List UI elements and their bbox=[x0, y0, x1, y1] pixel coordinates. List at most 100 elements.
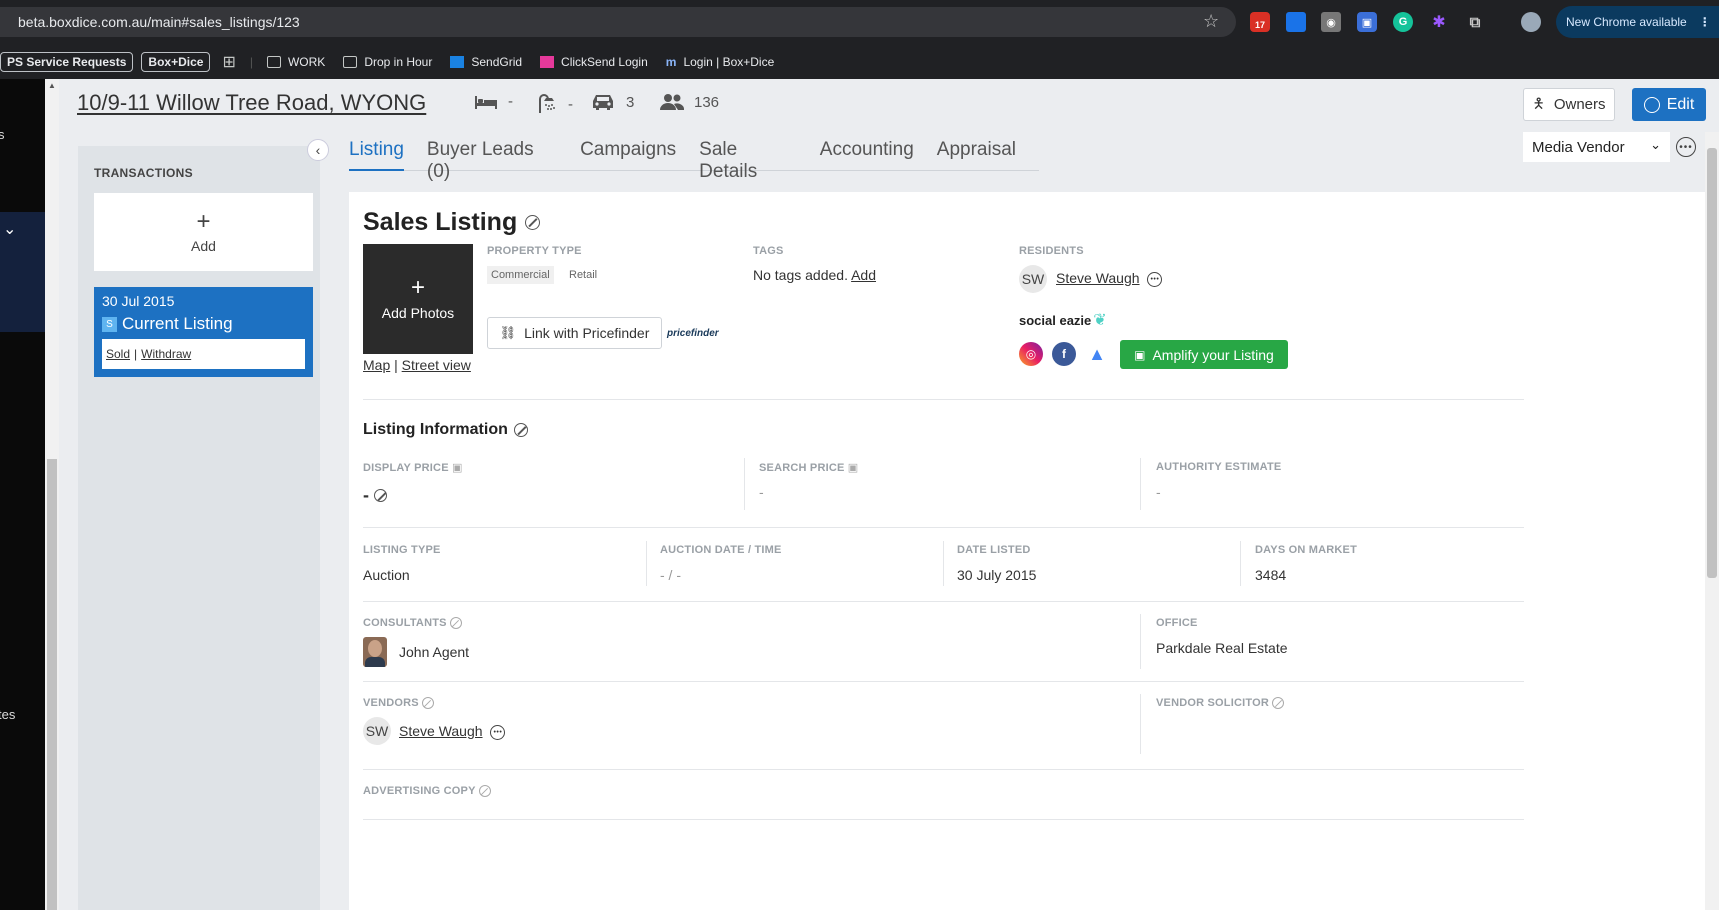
facebook-icon[interactable]: f bbox=[1052, 342, 1076, 366]
collapse-panel-button[interactable]: ‹ bbox=[307, 139, 329, 161]
screen-capture-icon[interactable]: ▣ bbox=[1357, 12, 1377, 32]
edit-button[interactable]: Edit bbox=[1632, 88, 1706, 121]
bookmark-sendgrid[interactable]: SendGrid bbox=[450, 55, 522, 69]
scroll-up-arrow-icon[interactable]: ▲ bbox=[48, 81, 56, 90]
tab-appraisal[interactable]: Appraisal bbox=[937, 139, 1016, 171]
bookmark-sendgrid-label: SendGrid bbox=[471, 54, 523, 69]
bookmark-drop-in-hour[interactable]: Drop in Hour bbox=[343, 55, 432, 69]
profile-avatar-icon[interactable] bbox=[1521, 12, 1541, 32]
listing-tabs: Listing Buyer Leads (0) Campaigns Sale D… bbox=[349, 139, 1039, 182]
property-type-retail[interactable]: Retail bbox=[565, 266, 601, 284]
resident-name-link[interactable]: Steve Waugh bbox=[1056, 270, 1140, 286]
amplify-listing-button[interactable]: ▣ Amplify your Listing bbox=[1120, 340, 1288, 369]
street-view-link[interactable]: Street view bbox=[402, 357, 471, 373]
transactions-title: TRANSACTIONS bbox=[94, 166, 193, 180]
apps-grid-icon[interactable]: ⊞ bbox=[222, 52, 235, 72]
listing-content: Sales Listing + Add Photos Map | Street … bbox=[349, 192, 1706, 910]
more-options-icon[interactable]: ••• bbox=[1676, 137, 1696, 157]
tab-sale-details[interactable]: Sale Details bbox=[699, 139, 797, 182]
bookmark-login-label: Login | Box+Dice bbox=[683, 54, 775, 69]
edit-pencil-icon[interactable] bbox=[374, 489, 387, 502]
chevron-down-icon[interactable]: ⌄ bbox=[3, 219, 16, 239]
edit-pencil-icon[interactable] bbox=[421, 697, 434, 709]
sold-link[interactable]: Sold bbox=[106, 347, 130, 361]
add-photos-button[interactable]: + Add Photos bbox=[363, 244, 473, 354]
calendar-icon[interactable]: 17 bbox=[1250, 12, 1270, 32]
instagram-icon[interactable]: ◎ bbox=[1019, 342, 1043, 366]
media-vendor-select[interactable]: Media Vendor ⌄ bbox=[1523, 132, 1670, 162]
map-separator: | bbox=[394, 357, 398, 373]
map-link[interactable]: Map bbox=[363, 357, 390, 373]
listing-header: 10/9-11 Willow Tree Road, WYONG - - 3 13… bbox=[59, 79, 1719, 132]
consultant-name[interactable]: John Agent bbox=[399, 644, 469, 660]
add-tag-link[interactable]: Add bbox=[851, 267, 876, 283]
gear-extension-icon[interactable]: ✱ bbox=[1429, 12, 1449, 32]
bookmarks-bar: PS Service Requests Box+Dice ⊞ | WORK Dr… bbox=[0, 44, 1719, 79]
edit-pencil-icon[interactable] bbox=[1272, 697, 1285, 709]
add-transaction-button[interactable]: + Add bbox=[94, 193, 313, 271]
bookmark-work[interactable]: WORK bbox=[266, 54, 326, 69]
bookmark-ps-service[interactable]: PS Service Requests bbox=[0, 51, 134, 72]
presentation-icon: ▣ bbox=[1134, 347, 1146, 362]
divider bbox=[943, 541, 944, 586]
divider bbox=[646, 541, 647, 586]
divider bbox=[1140, 458, 1141, 510]
right-scrollbar[interactable] bbox=[1705, 132, 1719, 910]
property-address[interactable]: 10/9-11 Willow Tree Road, WYONG bbox=[77, 90, 426, 116]
tab-campaigns[interactable]: Campaigns bbox=[580, 139, 676, 171]
scrollbar-thumb[interactable] bbox=[47, 459, 57, 910]
edit-pencil-icon[interactable] bbox=[525, 215, 541, 230]
bookmark-clicksend[interactable]: ClickSend Login bbox=[540, 55, 648, 69]
people-icon bbox=[660, 94, 684, 110]
property-type-commercial[interactable]: Commercial bbox=[487, 266, 554, 284]
tab-buyer-leads[interactable]: Buyer Leads (0) bbox=[427, 139, 557, 182]
left-scrollbar[interactable]: ▲ bbox=[45, 79, 59, 910]
edit-pencil-icon[interactable] bbox=[478, 785, 491, 797]
transaction-card[interactable]: 30 Jul 2015 S Current Listing Sold | Wit… bbox=[94, 287, 313, 377]
transactions-panel: TRANSACTIONS + Add 30 Jul 2015 S Current… bbox=[78, 146, 320, 910]
scrollbar-thumb[interactable] bbox=[1707, 148, 1717, 578]
link-separator: | bbox=[134, 347, 138, 361]
url-text[interactable]: beta.boxdice.com.au/main#sales_listings/… bbox=[18, 14, 300, 30]
m-logo-icon: m bbox=[665, 54, 677, 69]
cars-value: 3 bbox=[626, 93, 635, 111]
new-chrome-button[interactable]: New Chrome available ⋮ bbox=[1556, 6, 1719, 38]
edit-pencil-icon[interactable] bbox=[449, 617, 462, 629]
bookmark-star-icon[interactable]: ☆ bbox=[1203, 11, 1219, 32]
social-eazie-logo: social eazie ❦ bbox=[1019, 310, 1107, 330]
search-price-label-text: SEARCH PRICE bbox=[759, 462, 845, 474]
owners-button[interactable]: 🯅 Owners bbox=[1523, 88, 1615, 121]
vendor-name-link[interactable]: Steve Waugh bbox=[399, 723, 483, 739]
edit-pencil-icon[interactable] bbox=[513, 423, 528, 437]
baths-stat: - bbox=[536, 93, 573, 115]
kebab-menu-icon[interactable]: ⋮ bbox=[1699, 15, 1711, 29]
listing-type-value: Auction bbox=[363, 567, 410, 583]
more-options-icon[interactable]: ••• bbox=[490, 724, 506, 740]
address-bar[interactable]: beta.boxdice.com.au/main#sales_listings/… bbox=[0, 7, 1236, 37]
grammarly-icon[interactable]: G bbox=[1393, 12, 1413, 32]
bookmark-drop-label: Drop in Hour bbox=[364, 54, 433, 69]
sale-badge: S bbox=[102, 316, 117, 332]
nav-partial-label-2[interactable]: tes bbox=[0, 707, 15, 722]
nav-partial-label[interactable]: s bbox=[0, 127, 5, 142]
bookmark-login-boxdice[interactable]: m Login | Box+Dice bbox=[666, 55, 775, 69]
search-price-value: - bbox=[759, 484, 764, 500]
extension-icon[interactable] bbox=[1286, 12, 1306, 32]
more-options-icon[interactable]: ••• bbox=[1147, 271, 1163, 287]
divider bbox=[363, 601, 1524, 602]
camera-icon[interactable]: ◉ bbox=[1321, 12, 1341, 32]
link-pricefinder-button[interactable]: ⛓ Link with Pricefinder bbox=[487, 317, 662, 349]
bookmark-boxdice[interactable]: Box+Dice bbox=[141, 51, 211, 72]
authority-estimate-value: - bbox=[1156, 484, 1161, 500]
contacts-stat: 136 bbox=[660, 93, 719, 111]
shower-icon bbox=[539, 94, 555, 113]
tags-empty-text: No tags added. bbox=[753, 267, 848, 283]
puzzle-icon[interactable]: ⧉ bbox=[1465, 12, 1485, 32]
authority-estimate-label: AUTHORITY ESTIMATE bbox=[1156, 461, 1282, 473]
bookmark-work-label: WORK bbox=[287, 54, 326, 69]
google-ads-icon[interactable]: ▲ bbox=[1085, 342, 1109, 366]
withdraw-link[interactable]: Withdraw bbox=[141, 347, 191, 361]
tab-accounting[interactable]: Accounting bbox=[820, 139, 914, 171]
tab-listing[interactable]: Listing bbox=[349, 139, 404, 171]
property-type-label: PROPERTY TYPE bbox=[487, 245, 582, 257]
